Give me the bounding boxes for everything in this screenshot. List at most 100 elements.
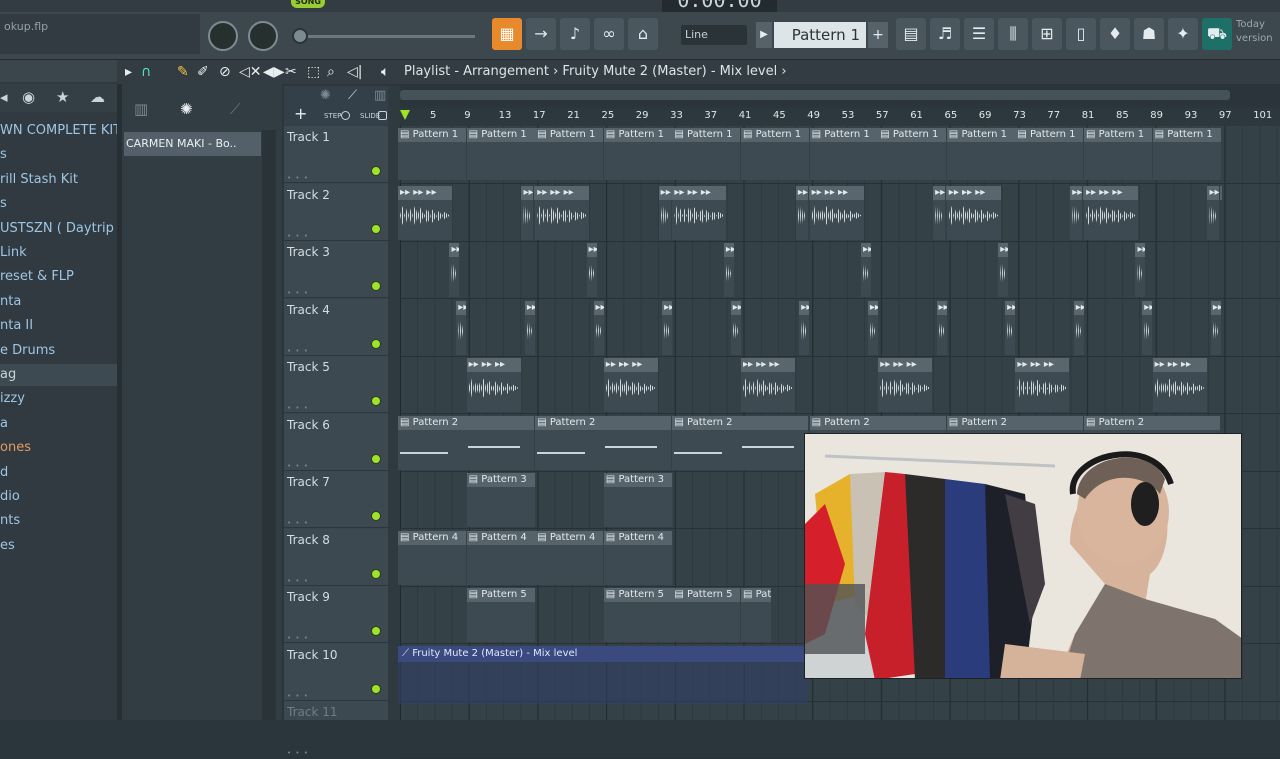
plugin-picker-icon[interactable]: ⊞ <box>1032 18 1062 50</box>
audio-clip[interactable]: ▸▸ ▸▸ ▸▸ <box>662 300 673 355</box>
browser-item[interactable]: a <box>0 413 8 435</box>
pattern-clip[interactable]: ▤ Pattern 5 <box>466 588 535 642</box>
audio-clip[interactable]: ▸▸ ▸▸ ▸▸ <box>799 300 810 355</box>
pattern-selector[interactable]: Pattern 1 <box>774 22 866 48</box>
audio-picker-icon[interactable]: ✺ <box>180 100 193 118</box>
paint-brush-icon[interactable]: ✐ <box>197 64 209 80</box>
audio-clip[interactable]: ▸▸ ▸▸ ▸▸ <box>658 185 671 240</box>
pattern-clip[interactable]: ▤ Pattern 1 <box>809 128 878 180</box>
audio-clip[interactable]: ▸▸ ▸▸ ▸▸ <box>933 185 946 240</box>
delete-icon[interactable]: ⊘ <box>219 64 231 80</box>
song-mode-button[interactable]: SONG <box>291 0 325 8</box>
track-header[interactable]: Track 11 • • • <box>284 701 388 757</box>
track-header[interactable]: Track 1 • • • <box>284 126 388 183</box>
browser-item[interactable]: dio <box>0 486 20 508</box>
browser-item[interactable]: reset & FLP <box>0 266 74 288</box>
track-header[interactable]: Track 5 • • • <box>284 356 388 413</box>
mute-icon[interactable]: ◁✕ <box>239 64 262 80</box>
cloud-icon[interactable]: ☁ <box>90 88 105 106</box>
audio-clip[interactable]: ▸▸ ▸▸ ▸▸ <box>946 185 1001 240</box>
browser-item[interactable]: s <box>0 193 7 215</box>
pattern-clip[interactable]: ▤ Pattern 5 <box>603 588 672 642</box>
zoom-icon[interactable]: ⌕ <box>327 64 335 80</box>
step-edit-icon[interactable]: → <box>526 18 556 50</box>
playlist-menu-arrow-icon[interactable]: ▸ <box>125 64 132 80</box>
select-icon[interactable]: ⬚ <box>307 64 320 80</box>
audio-clip[interactable]: ▸▸ ▸▸ ▸▸ <box>1210 300 1221 355</box>
pattern-clip[interactable]: ▤ Pattern 4 <box>535 530 604 585</box>
automation-picker-icon[interactable]: ⟋ <box>230 100 241 118</box>
pattern-clip[interactable]: ▤ Pattern 1 <box>603 128 672 180</box>
audio-clip[interactable]: ▸▸ ▸▸ ▸▸ <box>603 358 658 412</box>
track-grip[interactable]: • • • <box>287 519 309 527</box>
track-mute-led[interactable] <box>371 338 381 349</box>
audio-clip[interactable]: ▸▸ ▸▸ ▸▸ <box>1207 185 1220 240</box>
typing-keyboard-icon[interactable]: ▦ <box>492 18 522 50</box>
track-mute-led[interactable] <box>371 626 381 636</box>
audio-clip[interactable]: ▸▸ ▸▸ ▸▸ <box>586 243 597 297</box>
pattern-clip[interactable]: ▤ Pattern 1 <box>535 128 604 180</box>
track-grip[interactable]: • • • <box>287 634 309 642</box>
playlist-window-icon[interactable]: ▤ <box>896 18 926 50</box>
pattern-clip[interactable]: ▤ Pattern 1 <box>1152 128 1221 180</box>
pattern-clip[interactable]: ▤ Pattern 1 <box>1015 128 1084 180</box>
audio-clip[interactable]: ▸▸ ▸▸ ▸▸ <box>795 185 808 240</box>
browser-item[interactable]: nts <box>0 510 20 532</box>
track-grip[interactable]: • • • <box>287 174 309 182</box>
snap-select[interactable]: Line <box>681 25 747 45</box>
piano-roll-icon[interactable]: ♬ <box>930 18 960 50</box>
track-grip[interactable]: • • • <box>287 692 309 700</box>
audio-clip[interactable]: ▸▸ ▸▸ ▸▸ <box>466 358 521 412</box>
audio-clip[interactable]: ▸▸ ▸▸ ▸▸ <box>809 185 864 240</box>
audio-clip[interactable]: ▸▸ ▸▸ ▸▸ <box>535 185 590 240</box>
audio-clip[interactable]: ▸▸ ▸▸ ▸▸ <box>861 243 872 297</box>
master-slider-handle[interactable] <box>292 28 308 44</box>
audio-clip[interactable]: ▸▸ ▸▸ ▸▸ <box>1015 358 1070 412</box>
track-grip[interactable]: • • • <box>287 232 309 240</box>
track-grip[interactable]: • • • <box>287 749 309 757</box>
pencil-icon[interactable]: ✎ <box>177 64 189 80</box>
browser-toggle-icon[interactable]: ☗ <box>1134 18 1164 50</box>
track-header[interactable]: Track 6 • • • <box>284 413 388 471</box>
master-pitch-knob[interactable] <box>248 21 278 51</box>
audio-clip[interactable]: ▸▸ ▸▸ ▸▸ <box>998 243 1009 297</box>
audio-clip[interactable]: ▸▸ ▸▸ ▸▸ <box>524 300 535 355</box>
audio-clip[interactable]: ▸▸ ▸▸ ▸▸ <box>867 300 878 355</box>
audio-clip[interactable]: ▸▸ ▸▸ ▸▸ <box>449 243 460 297</box>
recording-icon[interactable]: ⌂ <box>628 18 658 50</box>
audio-clip[interactable]: ▸▸ ▸▸ ▸▸ <box>1084 185 1138 240</box>
playhead-marker[interactable] <box>400 110 410 120</box>
track-mute-led[interactable] <box>371 568 381 579</box>
audio-clip[interactable]: ▸▸ ▸▸ ▸▸ <box>723 243 734 297</box>
browser-item[interactable]: d <box>0 462 8 484</box>
pattern-clip[interactable]: ▤ Pattern 2 <box>535 415 672 470</box>
browser-item[interactable]: ones <box>0 437 31 459</box>
track-mute-led[interactable] <box>371 683 381 694</box>
track-mute-led[interactable] <box>371 396 381 406</box>
pattern-clip[interactable]: ▤ Pattern 1 <box>398 128 466 180</box>
pattern-clip[interactable]: ▤ Pattern 2 <box>672 415 809 470</box>
browser-item[interactable]: s <box>0 144 7 166</box>
star-icon[interactable]: ★ <box>56 88 69 106</box>
pattern-clip[interactable]: ▤ Pattern 5 <box>741 588 771 642</box>
browser-item[interactable]: izzy <box>0 388 25 410</box>
pattern-clip[interactable]: ▤ Pattern 1 <box>1084 128 1152 180</box>
plugin-icon[interactable]: ♦ <box>1100 18 1130 50</box>
track-header[interactable]: Track 3 • • • <box>284 241 388 298</box>
pattern-picker-icon[interactable]: ▥ <box>134 100 148 118</box>
automation-clip[interactable]: ⟋ Fruity Mute 2 (Master) - Mix level <box>398 646 808 662</box>
browser-item[interactable]: es <box>0 535 15 557</box>
browser-item[interactable]: USTSZN ( Daytrip ) <box>0 218 123 240</box>
add-track-icon[interactable]: + <box>294 104 307 123</box>
browser-item[interactable]: ag <box>0 364 117 386</box>
audio-clip[interactable]: ▸▸ ▸▸ ▸▸ <box>936 300 947 355</box>
pattern-clip[interactable]: ▤ Pattern 3 <box>466 473 535 527</box>
track-mute-led[interactable] <box>371 166 381 176</box>
arrow-icon[interactable]: ◂ <box>0 88 8 106</box>
track-mute-led[interactable] <box>371 223 381 234</box>
track-header[interactable]: Track 8 • • • <box>284 528 388 586</box>
browser-item[interactable]: nta <box>0 291 21 313</box>
project-info-icon[interactable]: ▯ <box>1066 18 1096 50</box>
audio-clip[interactable]: ▸▸ ▸▸ ▸▸ <box>398 185 452 240</box>
pattern-clip[interactable]: ▤ Pattern 4 <box>398 530 466 585</box>
